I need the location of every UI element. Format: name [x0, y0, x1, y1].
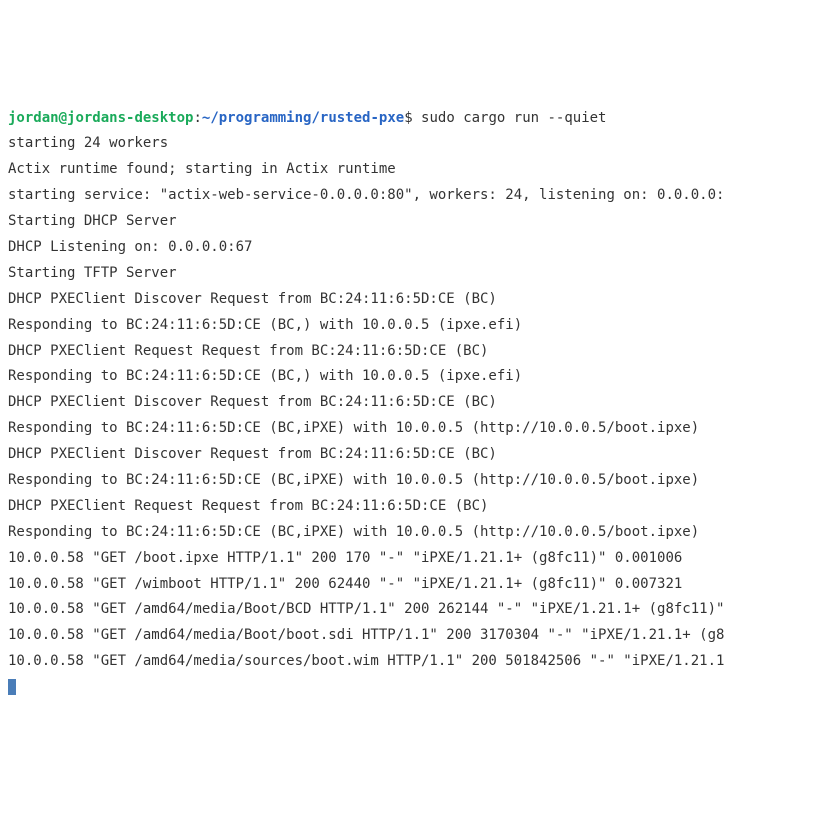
prompt-at: @ [59, 110, 67, 126]
output-line: DHCP PXEClient Discover Request from BC:… [8, 291, 497, 307]
output-line: starting 24 workers [8, 135, 168, 151]
prompt-colon: : [193, 110, 201, 126]
output-line: Responding to BC:24:11:6:5D:CE (BC,iPXE)… [8, 420, 699, 436]
output-line: 10.0.0.58 "GET /wimboot HTTP/1.1" 200 62… [8, 576, 682, 592]
output-line: Responding to BC:24:11:6:5D:CE (BC,iPXE)… [8, 472, 699, 488]
prompt-host: jordans-desktop [67, 110, 193, 126]
output-line: Starting TFTP Server [8, 265, 177, 281]
output-line: Starting DHCP Server [8, 213, 177, 229]
command-text: sudo cargo run --quiet [413, 110, 607, 126]
cursor [8, 679, 16, 695]
output-line: 10.0.0.58 "GET /amd64/media/Boot/BCD HTT… [8, 601, 724, 617]
output-line: 10.0.0.58 "GET /amd64/media/sources/boot… [8, 653, 724, 669]
output-line: DHCP PXEClient Discover Request from BC:… [8, 394, 497, 410]
output-line: DHCP PXEClient Request Request from BC:2… [8, 498, 488, 514]
output-line: DHCP PXEClient Request Request from BC:2… [8, 343, 488, 359]
output-line: DHCP Listening on: 0.0.0.0:67 [8, 239, 252, 255]
prompt-user: jordan [8, 110, 59, 126]
output-line: 10.0.0.58 "GET /amd64/media/Boot/boot.sd… [8, 627, 724, 643]
output-line: Actix runtime found; starting in Actix r… [8, 161, 396, 177]
output-line: Responding to BC:24:11:6:5D:CE (BC,) wit… [8, 317, 522, 333]
output-line: 10.0.0.58 "GET /boot.ipxe HTTP/1.1" 200 … [8, 550, 682, 566]
prompt-path: ~/programming/rusted-pxe [202, 110, 404, 126]
output-line: starting service: "actix-web-service-0.0… [8, 187, 724, 203]
prompt-dollar: $ [404, 110, 412, 126]
output-line: DHCP PXEClient Discover Request from BC:… [8, 446, 497, 462]
output-line: Responding to BC:24:11:6:5D:CE (BC,iPXE)… [8, 524, 699, 540]
terminal-output[interactable]: jordan@jordans-desktop:~/programming/rus… [8, 106, 817, 701]
output-line: Responding to BC:24:11:6:5D:CE (BC,) wit… [8, 368, 522, 384]
